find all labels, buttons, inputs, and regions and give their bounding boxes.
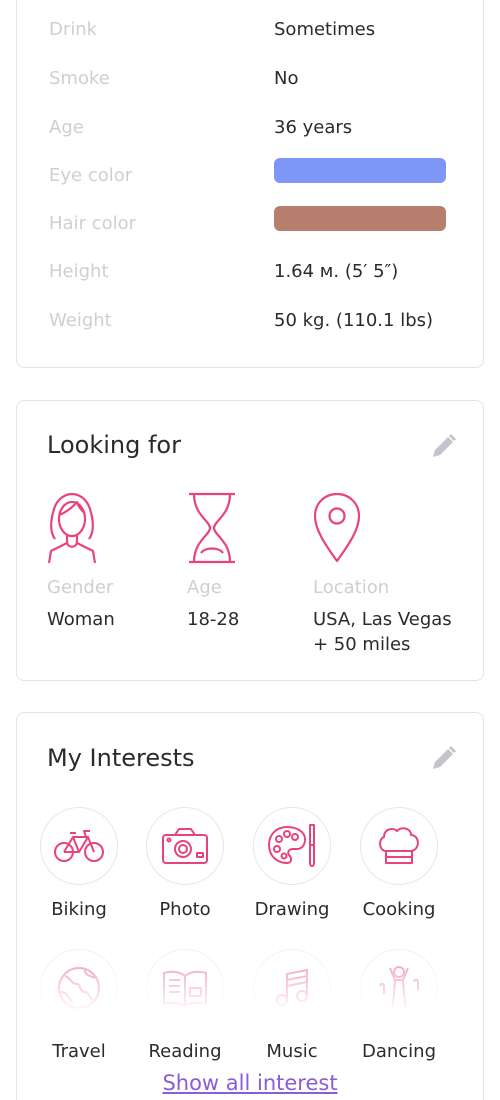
interest-label: Cooking bbox=[362, 899, 436, 920]
interest-label: Photo bbox=[159, 899, 211, 920]
detail-label: Height bbox=[49, 261, 109, 282]
interest-icon-circle bbox=[40, 807, 118, 885]
detail-row-smoke: Smoke No bbox=[49, 68, 451, 98]
detail-value: 36 years bbox=[274, 117, 353, 138]
interest-icon-circle bbox=[360, 807, 438, 885]
interest-icon-circle bbox=[253, 949, 331, 1027]
interests-card: My Interests Biking Photo Drawing Cookin… bbox=[16, 712, 484, 1100]
interest-icon-circle bbox=[146, 807, 224, 885]
woman-icon bbox=[47, 492, 97, 564]
detail-value: 1.64 м. (5′ 5″) bbox=[274, 261, 399, 282]
detail-label: Weight bbox=[49, 310, 112, 331]
detail-row-eye-color: Eye color bbox=[49, 158, 451, 195]
eye-color-swatch bbox=[274, 158, 446, 183]
edit-looking-for-button[interactable] bbox=[427, 431, 459, 463]
hair-color-swatch bbox=[274, 206, 446, 231]
looking-for-title: Looking for bbox=[47, 431, 181, 459]
location-value: USA, Las Vegas + 50 miles bbox=[313, 607, 452, 657]
interest-photo[interactable]: Photo bbox=[135, 807, 235, 920]
dancer-icon bbox=[379, 966, 419, 1011]
interest-music[interactable]: Music bbox=[242, 949, 342, 1062]
detail-value: No bbox=[274, 68, 299, 89]
gender-value: Woman bbox=[47, 609, 115, 630]
interest-label: Music bbox=[266, 1041, 318, 1062]
interest-drawing[interactable]: Drawing bbox=[242, 807, 342, 920]
pencil-icon bbox=[433, 434, 456, 457]
detail-label: Eye color bbox=[49, 165, 133, 186]
interest-label: Travel bbox=[52, 1041, 106, 1062]
detail-value: 50 kg. (110.1 lbs) bbox=[274, 310, 434, 331]
looking-for-card: Looking for Gender Woman Age 18-28 Locat… bbox=[16, 400, 484, 681]
detail-value: Sometimes bbox=[274, 19, 376, 40]
music-note-icon bbox=[276, 969, 308, 1006]
interest-label: Biking bbox=[51, 899, 107, 920]
detail-label: Smoke bbox=[49, 68, 110, 89]
detail-label: Drink bbox=[49, 19, 98, 40]
looking-gender-icon-wrap bbox=[45, 491, 99, 565]
location-radius: + 50 miles bbox=[313, 634, 411, 655]
hourglass-icon bbox=[189, 492, 235, 564]
book-icon bbox=[163, 970, 207, 1007]
detail-row-hair-color: Hair color bbox=[49, 206, 451, 243]
interest-icon-circle bbox=[253, 807, 331, 885]
age-caption: Age bbox=[187, 577, 222, 598]
interest-icon-circle bbox=[360, 949, 438, 1027]
detail-row-weight: Weight 50 kg. (110.1 lbs) bbox=[49, 310, 451, 340]
detail-label: Hair color bbox=[49, 213, 137, 234]
interest-cooking[interactable]: Cooking bbox=[349, 807, 449, 920]
edit-interests-button[interactable] bbox=[427, 743, 459, 775]
interest-dancing[interactable]: Dancing bbox=[349, 949, 449, 1062]
show-all-interests-link[interactable]: Show all interest bbox=[17, 1071, 483, 1095]
profile-details-card: Drink Sometimes Smoke No Age 36 years Ey… bbox=[16, 0, 484, 368]
detail-row-height: Height 1.64 м. (5′ 5″) bbox=[49, 261, 451, 291]
interest-icon-circle bbox=[146, 949, 224, 1027]
interest-travel[interactable]: Travel bbox=[29, 949, 129, 1062]
detail-row-drink: Drink Sometimes bbox=[49, 19, 451, 49]
interests-title: My Interests bbox=[47, 744, 195, 772]
interest-label: Reading bbox=[148, 1041, 222, 1062]
pencil-icon bbox=[433, 746, 456, 769]
looking-age-icon-wrap bbox=[187, 491, 237, 565]
palette-icon bbox=[268, 824, 315, 867]
camera-icon bbox=[162, 828, 208, 864]
detail-label: Age bbox=[49, 117, 84, 138]
age-value: 18-28 bbox=[187, 609, 240, 630]
location-caption: Location bbox=[313, 577, 390, 598]
map-pin-icon bbox=[313, 492, 361, 563]
chef-hat-icon bbox=[379, 827, 419, 864]
interest-biking[interactable]: Biking bbox=[29, 807, 129, 920]
gender-caption: Gender bbox=[47, 577, 114, 598]
looking-location-icon-wrap bbox=[312, 491, 362, 565]
detail-row-age: Age 36 years bbox=[49, 117, 451, 147]
interest-label: Drawing bbox=[254, 899, 330, 920]
interest-icon-circle bbox=[40, 949, 118, 1027]
bicycle-icon bbox=[54, 830, 104, 862]
location-city: USA, Las Vegas bbox=[313, 609, 452, 630]
interest-label: Dancing bbox=[361, 1041, 437, 1062]
interest-reading[interactable]: Reading bbox=[135, 949, 235, 1062]
globe-icon bbox=[58, 967, 100, 1009]
